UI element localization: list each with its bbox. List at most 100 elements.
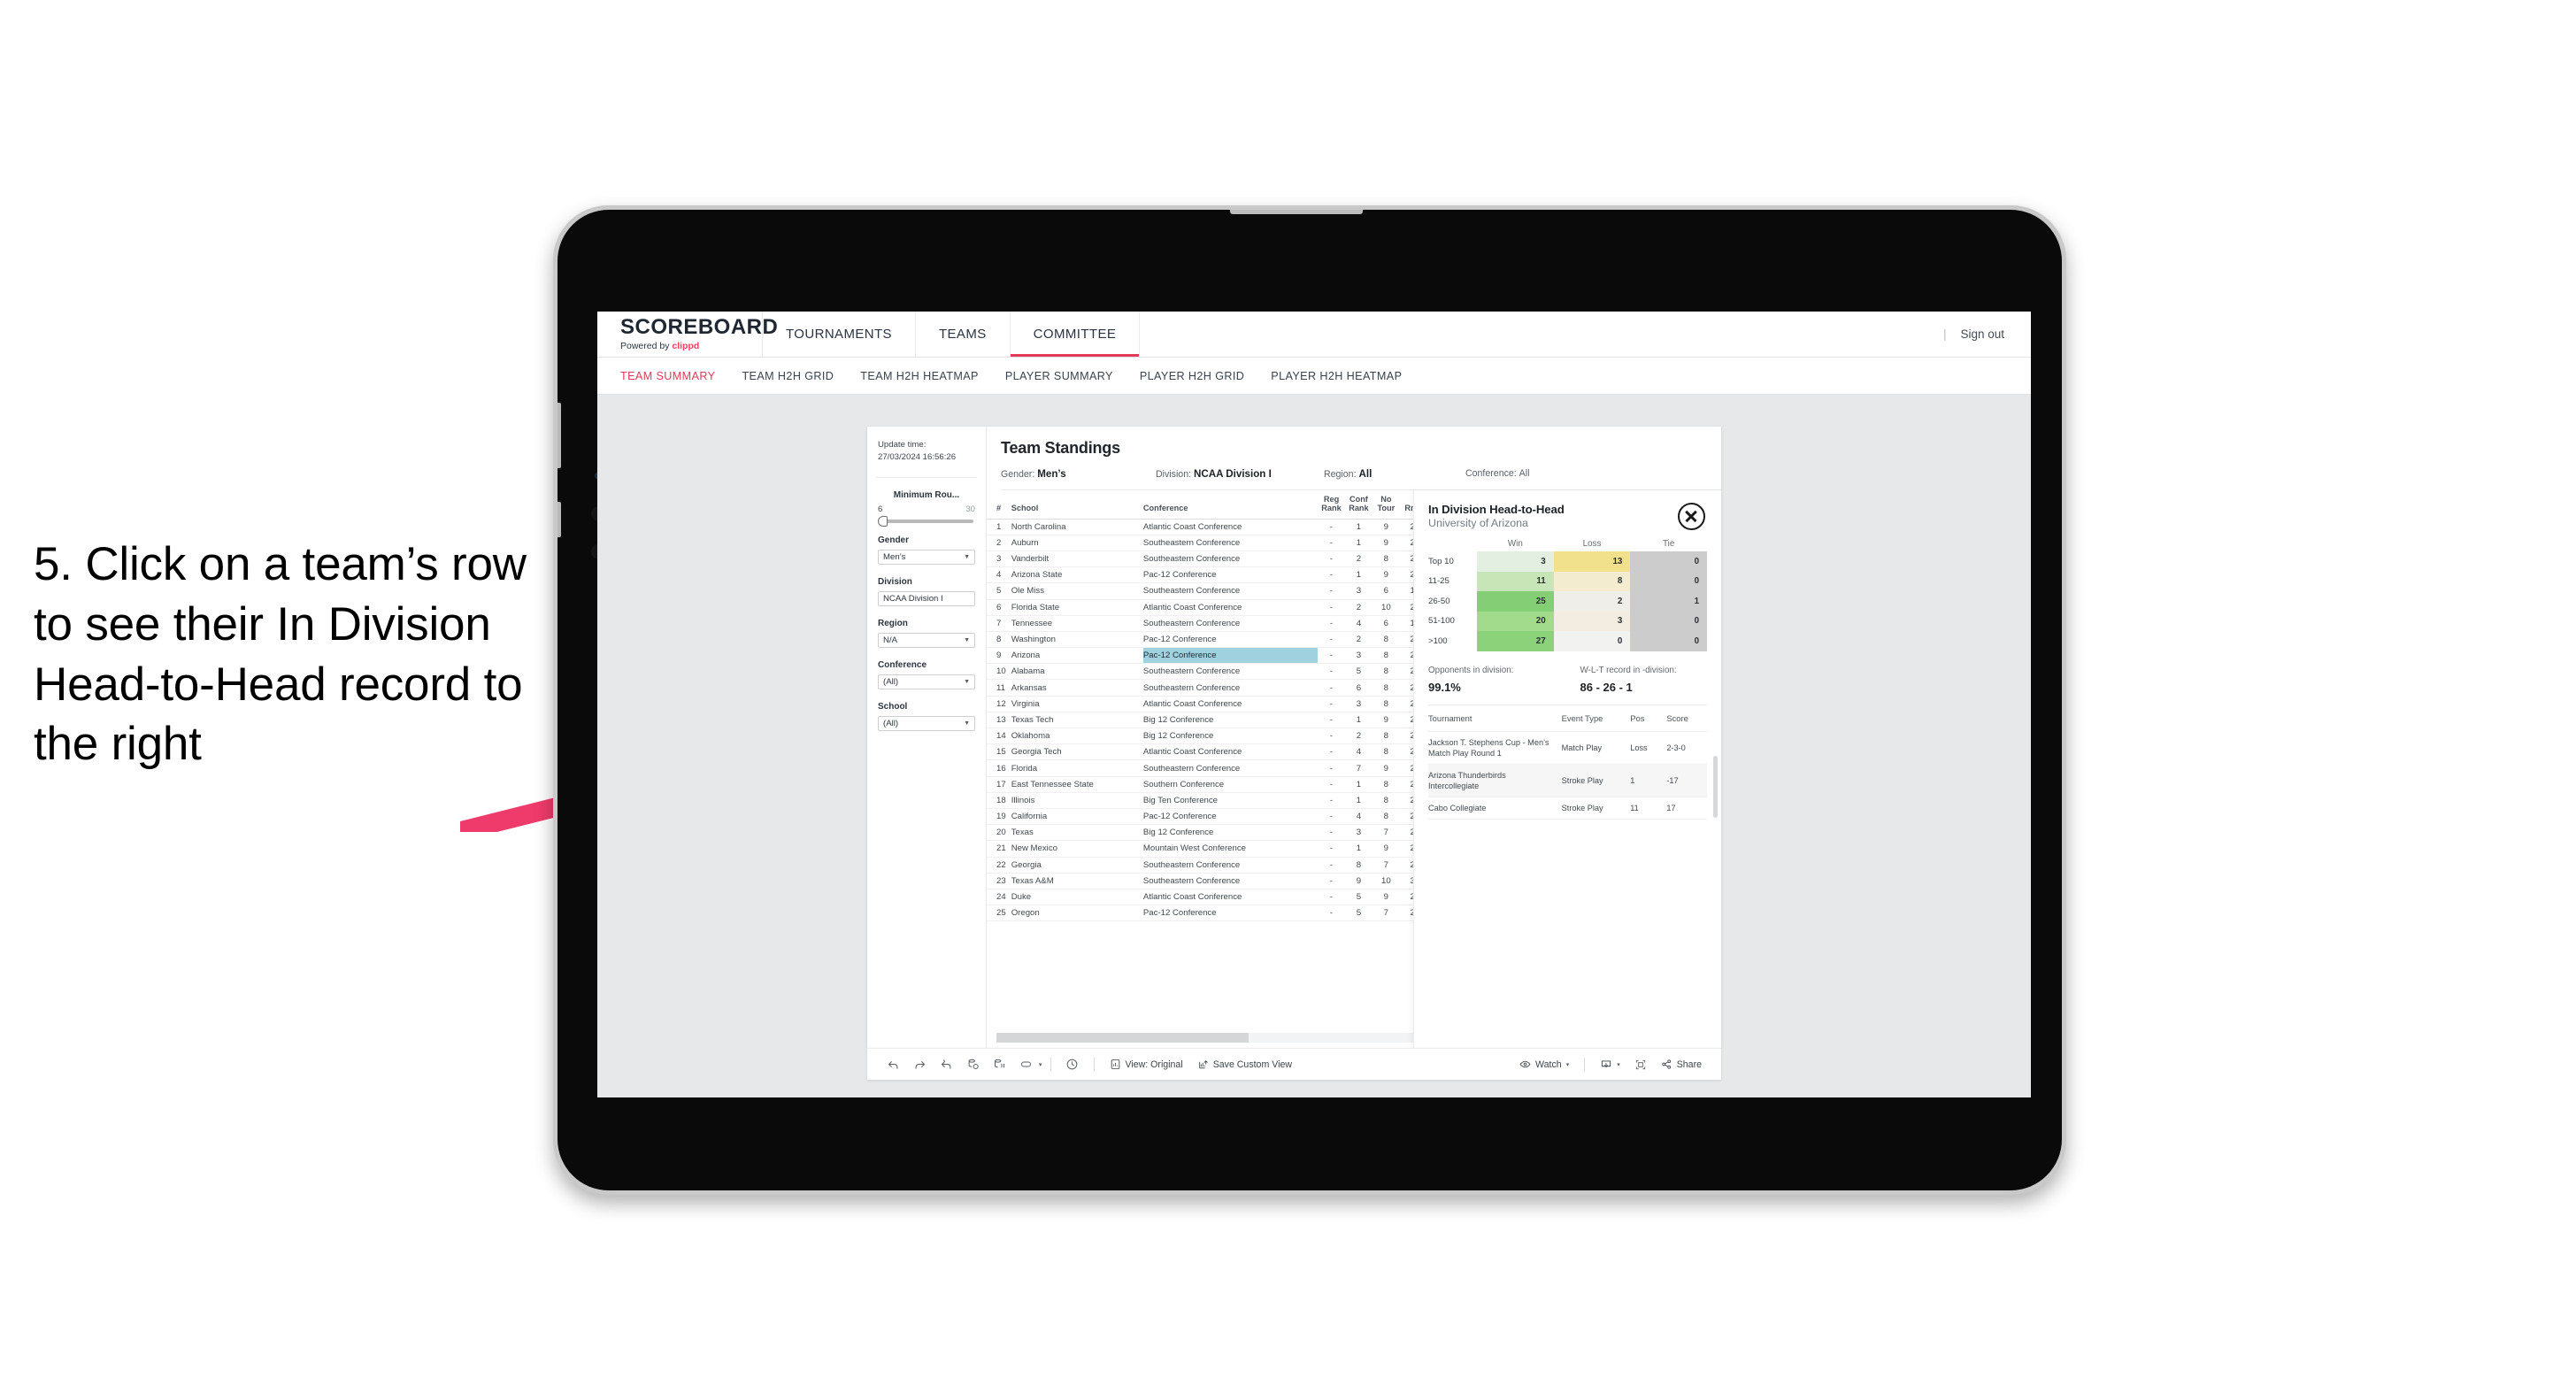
table-row[interactable]: 19CaliforniaPac-12 Conference-48242 <box>987 808 1460 826</box>
toolbar-divider-1 <box>1050 1057 1051 1072</box>
cell-event-type: Stroke Play <box>1561 797 1631 820</box>
top-nav-committee[interactable]: COMMITTEE <box>1010 312 1141 357</box>
brand-logo[interactable]: SCOREBOARD Powered by clippd <box>597 312 778 357</box>
heatmap-body: Top 10 3 13 0 11-25 11 8 0 26-50 25 2 1 51-100 20 3 0 >1… <box>1428 551 1708 651</box>
list-item[interactable]: Arizona Thunderbirds Intercollegiate Stro… <box>1428 764 1707 798</box>
cell-conference: Southeastern Conference <box>1142 615 1319 632</box>
slider-handle[interactable] <box>878 516 888 527</box>
detail-vertical-scrollbar[interactable] <box>1713 756 1718 818</box>
filter-region-label: Region <box>878 619 908 629</box>
top-nav-teams[interactable]: TEAMS <box>916 312 1011 357</box>
top-nav-tournaments[interactable]: TOURNAMENTS <box>763 312 916 357</box>
share-button[interactable]: Share <box>1654 1051 1709 1078</box>
view-original-button[interactable]: View: Original <box>1103 1051 1190 1078</box>
col-school[interactable]: School <box>1011 490 1143 520</box>
tournament-tbody: Jackson T. Stephens Cup - Men’s Match Pl… <box>1428 731 1707 820</box>
filter-region-select[interactable]: N/A ▼ <box>878 633 975 649</box>
table-row[interactable]: 15 Georgia Tech Atlantic Coast Conference -… <box>987 743 1460 761</box>
tablet-bezel: SCOREBOARD Powered by clippd TOURNAMENTS… <box>557 210 2062 1190</box>
summary-gender-key: Gender: <box>1001 469 1035 480</box>
col-conf-rank[interactable]: Conf Rank <box>1344 490 1373 520</box>
table-row[interactable]: 25OregonPac-12 Conference-57210 <box>987 905 1460 922</box>
table-row[interactable]: 6 Florida State Atlantic Coast Conference -… <box>987 599 1460 616</box>
tournament-thead: Tournament Event Type Pos Score <box>1428 712 1707 732</box>
filter-school-select[interactable]: (All) ▼ <box>878 716 975 732</box>
filter-conference-select[interactable]: (All) ▼ <box>878 674 975 690</box>
col-conference[interactable]: Conference <box>1142 490 1319 520</box>
highlight-dropdown-caret[interactable]: ▾ <box>1039 1061 1042 1068</box>
highlight-icon[interactable] <box>1012 1051 1039 1078</box>
redo-icon[interactable] <box>906 1051 933 1078</box>
tab-team-h2h-heatmap[interactable]: TEAM H2H HEATMAP <box>860 370 979 382</box>
history-icon[interactable] <box>1059 1051 1086 1078</box>
watch-dropdown-caret[interactable]: ▾ <box>1566 1061 1570 1068</box>
table-row[interactable]: 7TennesseeSoutheastern Conference-46182 <box>987 615 1460 632</box>
heatmap-cell-tie: 0 <box>1630 571 1708 591</box>
col-no-tour[interactable]: No Tour <box>1372 490 1400 520</box>
heatmap-cell-tie: 0 <box>1630 631 1708 651</box>
col-rank[interactable]: # <box>987 490 1011 520</box>
update-time-value: 27/03/2024 16:56:26 <box>878 451 957 462</box>
power-button[interactable] <box>1230 210 1363 214</box>
download-button[interactable]: ▾ <box>1593 1051 1627 1078</box>
save-custom-view-button[interactable]: Save Custom View <box>1190 1051 1299 1078</box>
table-row[interactable]: 13Texas TechBig 12 Conference-19272 <box>987 712 1460 729</box>
table-row[interactable]: 23Texas A&MSoutheastern Conference-91030… <box>987 873 1460 889</box>
filter-division: Division NCAA Division I <box>867 565 986 607</box>
table-row[interactable]: 12VirginiaAtlantic Coast Conference-3824… <box>987 696 1460 712</box>
table-row[interactable]: 10AlabamaSoutheastern Conference-58233 <box>987 663 1460 681</box>
table-row[interactable]: 2AuburnSoutheastern Conference-19276 <box>987 535 1460 551</box>
table-row[interactable]: 17 East Tennessee State Southern Conferenc… <box>987 776 1460 793</box>
table-row[interactable]: 5Ole MissSoutheastern Conference-36181 <box>987 582 1460 600</box>
table-row[interactable]: 11ArkansasSoutheastern Conference-68232 <box>987 679 1460 697</box>
table-row[interactable]: 3VanderbiltSoutheastern Conference-28235 <box>987 551 1460 568</box>
revert-icon[interactable] <box>933 1051 959 1078</box>
cell-conf-rank: 4 <box>1344 808 1373 826</box>
horizontal-scrollbar-thumb[interactable] <box>996 1033 1249 1043</box>
filter-division-select[interactable]: NCAA Division I <box>878 591 975 607</box>
tab-team-h2h-grid[interactable]: TEAM H2H GRID <box>742 370 834 382</box>
table-row[interactable]: 22GeorgiaSoutheastern Conference-87211 <box>987 857 1460 874</box>
col-reg-rank[interactable]: Reg Rank <box>1318 490 1345 520</box>
cell-school: Florida State <box>1011 599 1143 616</box>
download-dropdown-caret[interactable]: ▾ <box>1617 1061 1620 1068</box>
close-icon[interactable] <box>1678 503 1705 530</box>
table-row[interactable]: 18IllinoisBig Ten Conference-18233 <box>987 792 1460 809</box>
filter-gender-select[interactable]: Men’s ▼ <box>878 550 975 566</box>
tab-player-h2h-grid[interactable]: PLAYER H2H GRID <box>1140 370 1244 382</box>
standings-thead: # School Conference Reg Rank Conf Rank No T… <box>987 490 1460 520</box>
tab-team-summary[interactable]: TEAM SUMMARY <box>620 370 715 382</box>
cell-conference: Southeastern Conference <box>1142 582 1319 600</box>
minimum-rounds-slider[interactable] <box>878 516 973 527</box>
table-row[interactable]: 8WashingtonPac-12 Conference-28231 <box>987 631 1460 649</box>
table-row[interactable]: 16FloridaSoutheastern Conference-79244 <box>987 759 1460 777</box>
tab-player-summary[interactable]: PLAYER SUMMARY <box>1005 370 1113 382</box>
tab-player-h2h-heatmap[interactable]: PLAYER H2H HEATMAP <box>1271 370 1402 382</box>
list-item[interactable]: Cabo Collegiate Stroke Play 11 17 <box>1428 797 1707 820</box>
cell-conf-rank: 2 <box>1344 599 1373 616</box>
pause-updates-icon[interactable] <box>986 1051 1012 1078</box>
table-row[interactable]: 14OklahomaBig 12 Conference-28242 <box>987 728 1460 745</box>
table-row[interactable]: 24DukeAtlantic Coast Conference-59271 <box>987 889 1460 906</box>
table-row[interactable]: 9ArizonaPac-12 Conference-38232 <box>987 647 1460 665</box>
list-item[interactable]: Jackson T. Stephens Cup - Men’s Match Pl… <box>1428 731 1707 765</box>
fullscreen-icon[interactable] <box>1627 1051 1654 1078</box>
powered-prefix: Powered by <box>620 341 673 351</box>
undo-icon[interactable] <box>880 1051 906 1078</box>
watch-button[interactable]: Watch ▾ <box>1512 1051 1576 1078</box>
cell-conf-rank: 3 <box>1344 696 1373 712</box>
cell-reg-rank: - <box>1318 824 1345 842</box>
volume-down-button[interactable] <box>557 502 561 537</box>
volume-up-button[interactable] <box>557 403 561 468</box>
table-row[interactable]: 21New MexicoMountain West Conference-192… <box>987 840 1460 858</box>
cell-conference: Big Ten Conference <box>1142 792 1319 809</box>
standings-table-container[interactable]: # School Conference Reg Rank Conf Rank No T… <box>987 490 1460 1048</box>
refresh-data-icon[interactable] <box>959 1051 986 1078</box>
table-row[interactable]: 1 North Carolina Atlantic Coast Conference… <box>987 519 1460 535</box>
tournament-header-row: Tournament Event Type Pos Score <box>1428 712 1707 732</box>
cell-school: Auburn <box>1011 535 1143 551</box>
sign-out-link[interactable]: Sign out <box>1960 327 2004 341</box>
table-row[interactable]: 4Arizona StatePac-12 Conference-19261 <box>987 566 1460 584</box>
cell-no-tour: 9 <box>1372 712 1400 729</box>
table-row[interactable]: 20TexasBig 12 Conference-37200 <box>987 824 1460 842</box>
